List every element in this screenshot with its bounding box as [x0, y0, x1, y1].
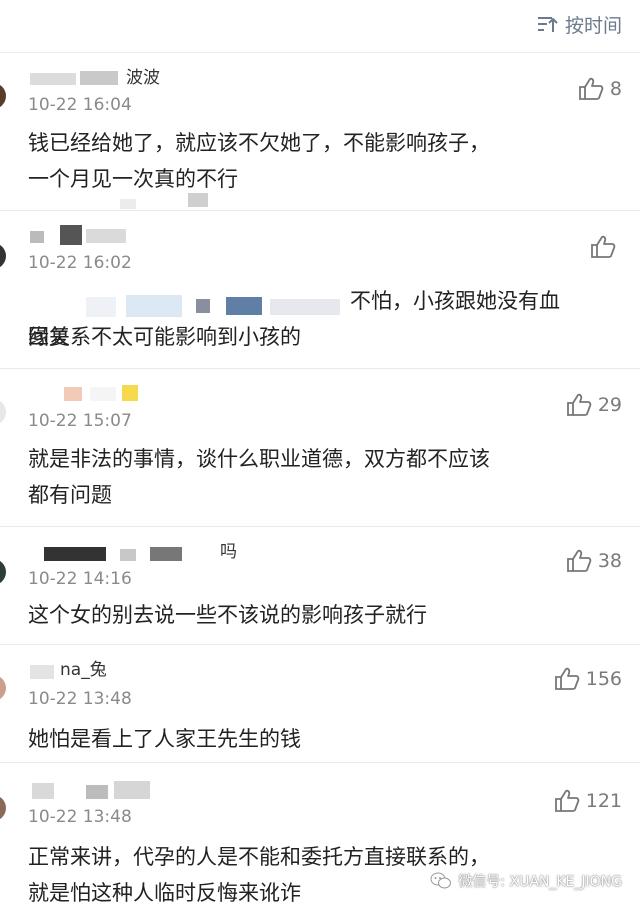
username[interactable]: 波波: [30, 69, 220, 87]
blur-patch: [120, 199, 136, 209]
comment-item: na_兔 10-22 13:48 156 她怕是看上了人家王先生的钱: [0, 645, 640, 763]
username[interactable]: [30, 781, 220, 799]
watermark-text: 微信号: XUAN_KE_JIONG: [458, 874, 622, 890]
like-button[interactable]: 156: [554, 667, 622, 691]
like-button[interactable]: 38: [566, 549, 622, 573]
thumbs-up-icon: [579, 77, 604, 100]
comment-text: 就是非法的事情，谈什么职业道德，双方都不应该 都有问题: [28, 447, 490, 507]
username-blur: [60, 225, 82, 245]
username-blur: [80, 71, 118, 85]
comment-sort-bar: 按时间: [0, 0, 640, 53]
like-count: 29: [597, 394, 622, 416]
blur-patch: [188, 193, 208, 207]
comment-text: 这个女的别去说一些不该说的影响孩子就行: [28, 603, 427, 627]
comment-item: 10-22 15:07 29 就是非法的事情，谈什么职业道德，双方都不应该 都有…: [0, 369, 640, 527]
username-blur: [30, 73, 76, 85]
like-count: 38: [597, 550, 622, 572]
wechat-watermark: 微信号: XUAN_KE_JIONG: [430, 871, 622, 891]
comment-text: 她怕是看上了人家王先生的钱: [28, 727, 301, 751]
comment-item: 吗 10-22 14:16 38 这个女的别去说一些不该说的影响孩子就行: [0, 527, 640, 645]
thumbs-up-icon: [554, 667, 580, 690]
username-blur: [90, 387, 116, 401]
thumbs-up-icon: [566, 549, 592, 572]
username-blur: [30, 665, 54, 679]
like-button[interactable]: 121: [554, 789, 622, 813]
like-count: 156: [585, 668, 622, 690]
comment-time: 10-22 14:16: [28, 569, 132, 589]
comment-text: 钱已经给她了，就应该不欠她了，不能影响孩子， 一个月见一次真的不行: [28, 131, 490, 191]
comment-time: 10-22 15:07: [28, 411, 132, 431]
username[interactable]: [30, 383, 220, 401]
like-button[interactable]: 29: [566, 393, 622, 417]
username-blur: [120, 549, 136, 561]
comment-item: 10-22 16:02 回复 不怕，小孩跟她没有血 缘关系不太可能影响到小孩的: [0, 211, 640, 369]
username[interactable]: 吗: [30, 543, 237, 561]
avatar[interactable]: [0, 83, 6, 109]
username-blur: [122, 385, 138, 401]
avatar[interactable]: [0, 243, 6, 269]
wechat-icon: [430, 872, 452, 889]
avatar[interactable]: [0, 675, 6, 701]
username[interactable]: [30, 225, 220, 245]
comment-time: 10-22 13:48: [28, 807, 132, 827]
username-blur: [44, 547, 106, 561]
comment-time: 10-22 16:02: [28, 253, 132, 273]
avatar[interactable]: [0, 399, 6, 425]
username-blur: [150, 547, 182, 561]
thumbs-up-icon: [554, 789, 580, 812]
like-button[interactable]: 8: [578, 77, 622, 101]
like-button[interactable]: [590, 235, 622, 259]
sort-label: 按时间: [564, 14, 622, 37]
username-blur: [86, 229, 126, 243]
username-blur: [32, 783, 54, 799]
like-count: 121: [585, 790, 622, 812]
avatar[interactable]: [0, 559, 6, 585]
username-blur: [30, 231, 44, 243]
comment-time: 10-22 13:48: [28, 689, 132, 709]
comment-item: 波波 10-22 16:04 8 钱已经给她了，就应该不欠她了，不能影响孩子， …: [0, 53, 640, 211]
username-blur: [86, 785, 108, 799]
sort-by-time-button[interactable]: 按时间: [537, 10, 622, 38]
comment-text: 不怕，小孩跟她没有血 缘关系不太可能影响到小孩的: [28, 289, 560, 349]
username-blur: [114, 781, 150, 799]
like-count: 8: [609, 78, 622, 100]
comment-time: 10-22 16:04: [28, 95, 132, 115]
avatar[interactable]: [0, 795, 6, 821]
username[interactable]: na_兔: [30, 661, 220, 679]
thumbs-up-icon: [591, 235, 616, 258]
thumbs-up-icon: [566, 393, 592, 416]
sort-icon: [537, 17, 558, 32]
username-blur: [64, 387, 82, 401]
